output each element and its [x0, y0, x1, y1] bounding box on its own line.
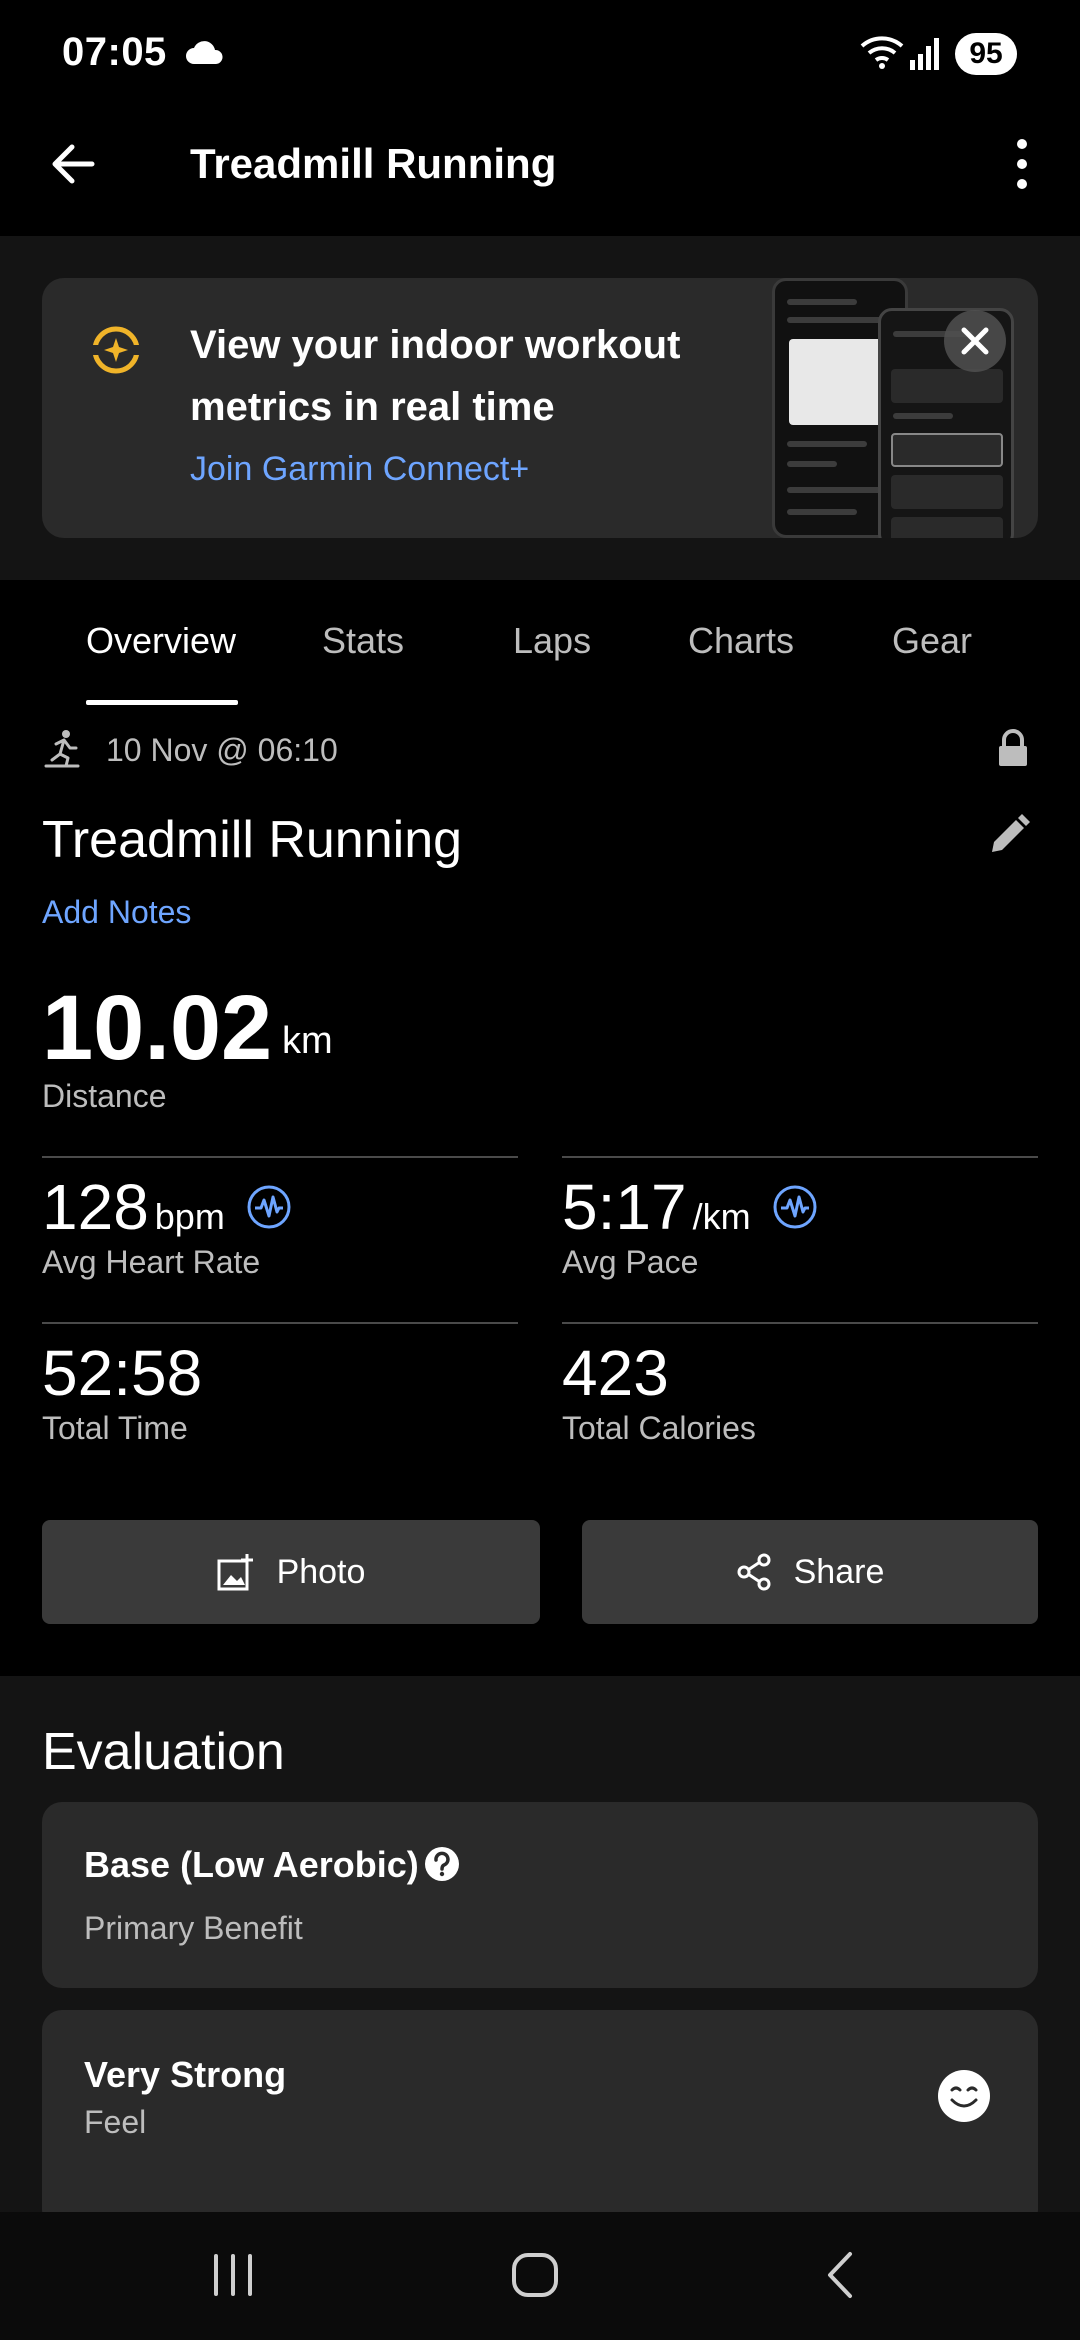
- back-button[interactable]: [44, 134, 104, 194]
- add-photo-icon: [217, 1554, 253, 1591]
- share-button[interactable]: Share: [582, 1520, 1038, 1624]
- join-connect-plus-link[interactable]: Join Garmin Connect+: [190, 450, 529, 489]
- pace-pulse-icon[interactable]: [772, 1184, 818, 1235]
- status-time: 07:05: [62, 30, 167, 74]
- distance-unit: km: [282, 1020, 333, 1062]
- share-icon: [737, 1553, 771, 1591]
- share-button-label: Share: [793, 1552, 885, 1591]
- feel-subtitle: Feel: [84, 2104, 147, 2140]
- signal-icon: [908, 34, 944, 77]
- promo-section: View your indoor workout metrics in real…: [0, 236, 1080, 580]
- home-button[interactable]: [510, 2250, 560, 2305]
- help-icon[interactable]: [424, 1846, 460, 1887]
- tab-laps[interactable]: Laps: [513, 620, 591, 662]
- total-calories-label: Total Calories: [562, 1410, 756, 1446]
- home-icon: [512, 2253, 558, 2297]
- primary-benefit-subtitle: Primary Benefit: [84, 1910, 303, 1946]
- divider: [42, 1156, 518, 1158]
- nav-back-button[interactable]: [820, 2250, 860, 2305]
- app-bar: Treadmill Running: [0, 110, 1080, 236]
- pace-value: 5:17: [562, 1171, 687, 1243]
- activity-date: 10 Nov @ 06:10: [106, 732, 338, 768]
- status-bar: 07:05 95: [0, 0, 1080, 110]
- feel-title: Very Strong: [84, 2054, 287, 2095]
- smiley-face-icon: [936, 2068, 992, 2129]
- heart-rate-metric: 128 bpm: [42, 1170, 225, 1244]
- divider: [42, 1322, 518, 1324]
- evaluation-section: Evaluation Base (Low Aerobic) Primary Be…: [0, 1676, 1080, 2230]
- add-notes-link[interactable]: Add Notes: [42, 894, 191, 931]
- promo-card[interactable]: View your indoor workout metrics in real…: [42, 278, 1038, 538]
- page-title: Treadmill Running: [190, 140, 557, 187]
- tab-charts[interactable]: Charts: [688, 620, 794, 662]
- primary-benefit-card[interactable]: Base (Low Aerobic) Primary Benefit: [42, 1802, 1038, 1988]
- tab-overview[interactable]: Overview: [86, 620, 236, 662]
- promo-title: View your indoor workout metrics in real…: [190, 323, 681, 429]
- total-time-value: 52:58: [42, 1337, 203, 1409]
- wifi-icon: [860, 34, 904, 77]
- activity-title: Treadmill Running: [42, 811, 463, 869]
- activity-date-row: 10 Nov @ 06:10: [42, 728, 1042, 768]
- total-calories-metric: 423: [562, 1336, 669, 1410]
- cloud-icon: [184, 40, 224, 71]
- heart-rate-unit: bpm: [154, 1196, 225, 1237]
- tab-stats[interactable]: Stats: [322, 620, 404, 662]
- heart-rate-pulse-icon[interactable]: [246, 1184, 292, 1235]
- distance-label: Distance: [42, 1078, 167, 1114]
- arrow-left-icon: [52, 144, 95, 184]
- heart-rate-value: 128: [42, 1171, 149, 1243]
- divider: [562, 1156, 1038, 1158]
- recents-button[interactable]: [210, 2250, 256, 2305]
- tab-indicator: [86, 700, 238, 705]
- total-time-metric: 52:58: [42, 1336, 202, 1410]
- recents-icon: [214, 2254, 252, 2296]
- feel-card[interactable]: Very Strong Feel: [42, 2010, 1038, 2230]
- tab-bar: Overview Stats Laps Charts Gear: [0, 580, 1080, 710]
- heart-rate-label: Avg Heart Rate: [42, 1244, 261, 1280]
- treadmill-runner-icon: [42, 728, 82, 773]
- edit-icon[interactable]: [986, 812, 1032, 863]
- battery-indicator: 95: [955, 33, 1017, 75]
- evaluation-title: Evaluation: [42, 1723, 285, 1781]
- lock-icon[interactable]: [996, 728, 1030, 773]
- more-vertical-icon: [1017, 139, 1027, 189]
- total-calories-value: 423: [562, 1337, 669, 1409]
- promo-close-button[interactable]: [944, 310, 1006, 372]
- more-options-button[interactable]: [1000, 132, 1044, 196]
- pace-unit: /km: [692, 1196, 751, 1237]
- chevron-left-icon: [828, 2252, 852, 2298]
- connect-plus-icon: [88, 322, 144, 378]
- primary-benefit-title: Base (Low Aerobic): [84, 1844, 419, 1885]
- add-photo-button[interactable]: Photo: [42, 1520, 540, 1624]
- divider: [562, 1322, 1038, 1324]
- system-nav-bar: [0, 2212, 1080, 2340]
- close-icon: [961, 327, 989, 355]
- pace-metric: 5:17/km: [562, 1170, 751, 1244]
- photo-button-label: Photo: [276, 1552, 366, 1591]
- pace-label: Avg Pace: [562, 1244, 699, 1280]
- distance-value: 10.02: [42, 977, 273, 1079]
- total-time-label: Total Time: [42, 1410, 188, 1446]
- tab-gear[interactable]: Gear: [892, 620, 972, 662]
